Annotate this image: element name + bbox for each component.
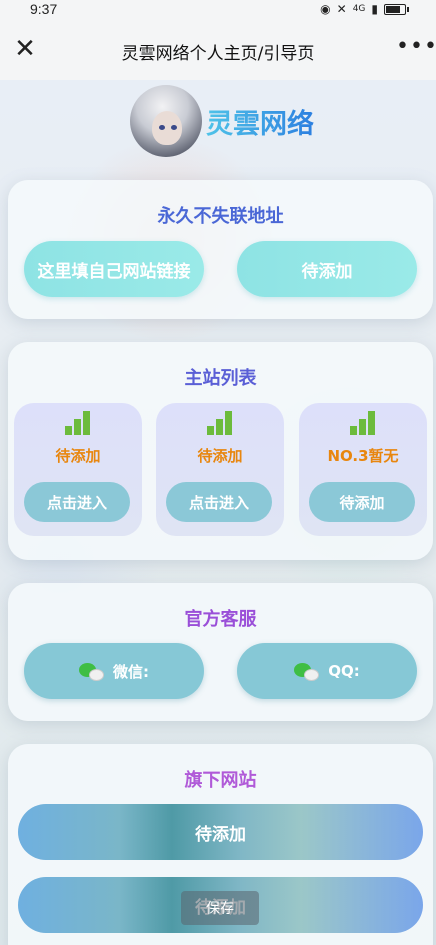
permanent-address-card: 永久不失联地址 这里填自己网站链接 待添加: [8, 180, 433, 319]
qq-label: QQ:: [328, 662, 360, 680]
eye-icon: ◉: [320, 2, 331, 16]
header: 灵雲网络: [0, 80, 436, 160]
page-title: 灵雲网络个人主页/引导页: [121, 43, 315, 64]
permanent-address-title: 永久不失联地址: [157, 206, 284, 227]
mute-icon: ✕: [336, 2, 347, 16]
more-icon[interactable]: •••: [396, 34, 436, 64]
wechat-button[interactable]: 微信:: [24, 643, 204, 699]
main-station-card: 主站列表 待添加 点击进入 待添加 点击进入 NO.3暂无 待添加: [8, 342, 433, 560]
status-time: 9:37: [30, 1, 58, 17]
station-label: 待添加: [55, 447, 101, 465]
sub-sites-title: 旗下网站: [184, 770, 257, 791]
pending-add-button[interactable]: 待添加: [237, 241, 417, 297]
status-icons: ◉ ✕ 4G ▮: [320, 2, 409, 16]
site-link-button[interactable]: 这里填自己网站链接: [24, 241, 204, 297]
signal-bars-icon: [207, 411, 233, 435]
signal-bars-icon: [350, 411, 376, 435]
wechat-label: 微信:: [113, 662, 149, 681]
close-icon[interactable]: ✕: [10, 34, 40, 64]
pending-add-button[interactable]: 待添加: [309, 482, 415, 522]
qq-button[interactable]: QQ:: [237, 643, 417, 699]
network-type: 4G: [352, 4, 366, 14]
enter-button[interactable]: 点击进入: [166, 482, 272, 522]
station-label: NO.3暂无: [327, 447, 399, 465]
wechat-icon: [79, 661, 105, 681]
status-bar: 9:37 ◉ ✕ 4G ▮: [0, 0, 436, 22]
save-button[interactable]: 保存: [181, 891, 259, 925]
main-station-title: 主站列表: [184, 368, 257, 389]
customer-service-card: 官方客服 微信: QQ:: [8, 583, 433, 721]
customer-service-title: 官方客服: [184, 609, 257, 630]
site-link-button[interactable]: 待添加: [18, 804, 423, 860]
avatar: [130, 85, 202, 157]
station-tile: 待添加 点击进入: [156, 403, 284, 536]
signal-icon: ▮: [371, 2, 378, 16]
battery-icon: [384, 3, 409, 15]
chat-icon: [294, 661, 320, 681]
station-label: 待添加: [197, 447, 243, 465]
signal-bars-icon: [65, 411, 91, 435]
station-tile: NO.3暂无 待添加: [299, 403, 427, 536]
station-tile: 待添加 点击进入: [14, 403, 142, 536]
enter-button[interactable]: 点击进入: [24, 482, 130, 522]
title-bar: ✕ 灵雲网络个人主页/引导页 •••: [0, 22, 436, 80]
brand-name: 灵雲网络: [206, 102, 314, 141]
